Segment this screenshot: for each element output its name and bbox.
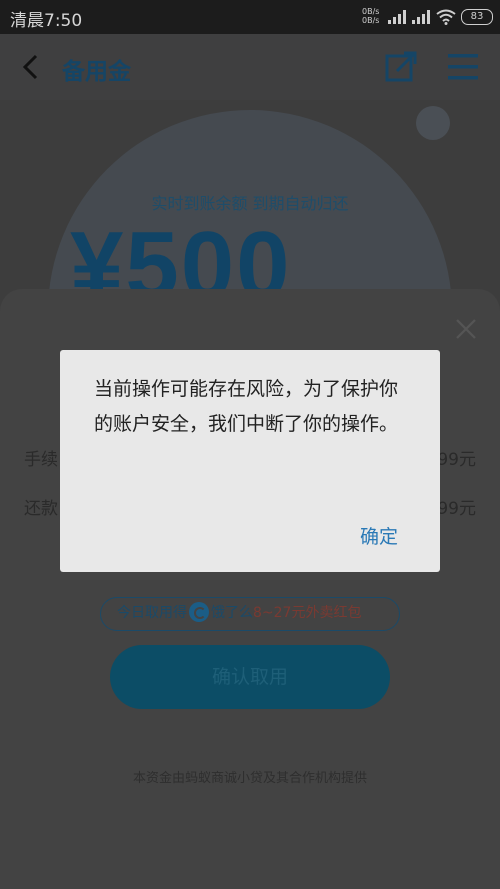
page-title: 备用金 [62,59,131,85]
promo-brand: 饿了么 [211,605,253,621]
app-header: 备用金 [0,34,500,100]
edit-share-icon[interactable] [384,50,418,84]
promo-banner[interactable]: 今日取用得 饿了么8~27元外卖红包 [100,597,400,631]
status-bar: 清晨7:50 0B/s 0B/s 83 [0,0,500,34]
help-icon[interactable] [416,106,450,140]
chevron-left-icon[interactable] [16,52,46,82]
repay-label: 还款 [24,499,58,519]
status-time: 清晨7:50 [10,11,83,31]
signal-icon [388,10,406,24]
confirm-withdraw-button[interactable]: 确认取用 [110,645,390,709]
dialog-confirm-button[interactable]: 确定 [360,522,398,549]
hero-subtitle: 实时到账余额 到期自动归还 [151,194,349,213]
hamburger-menu-icon[interactable] [446,50,480,84]
eleme-logo-icon [189,601,209,622]
footer-note: 本资金由蚂蚁商诚小贷及其合作机构提供 [132,771,367,786]
promo-highlight: 8~27元外卖红包 [253,605,362,621]
battery-indicator: 83 [461,9,493,25]
dialog-message: 当前操作可能存在风险，为了保护你的账户安全，我们中断了你的操作。 [94,378,399,435]
network-speed: 0B/s 0B/s [362,7,379,25]
fee-label: 手续 [24,450,58,470]
promo-prefix: 今日取用得 [117,605,187,621]
net-up-speed: 0B/s [362,7,380,16]
net-down-speed: 0B/s [362,16,380,25]
wifi-icon [436,9,456,25]
close-icon[interactable] [454,317,478,341]
signal-icon-2 [412,10,430,24]
risk-alert-dialog: 当前操作可能存在风险，为了保护你的账户安全，我们中断了你的操作。 确定 [60,350,440,572]
